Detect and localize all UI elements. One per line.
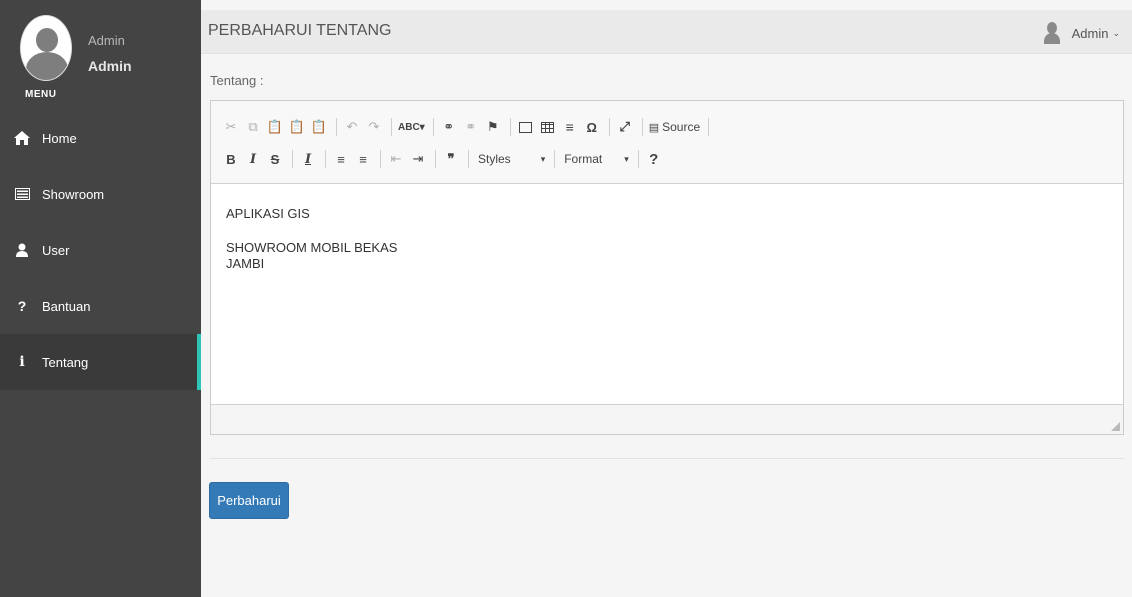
- toolbar-separator: [380, 150, 381, 168]
- copy-icon[interactable]: ⧉: [243, 116, 263, 138]
- menu-label: MENU: [25, 89, 57, 100]
- toolbar-separator: [336, 118, 337, 136]
- bullet-list-icon[interactable]: ≡: [353, 148, 373, 170]
- user-menu-label: Admin: [1071, 25, 1109, 41]
- paste-word-icon[interactable]: 📋: [309, 116, 329, 138]
- sidebar: Admin Admin MENU Home Showroom User ? Ba…: [0, 0, 201, 597]
- blockquote-icon[interactable]: ❞: [441, 148, 461, 170]
- toolbar-row-2: B I S I ≡ ≡ ⇤ ⇥ ❞ Styles ▾ Format ▾ ?: [221, 143, 1113, 175]
- source-icon: ▤: [648, 121, 660, 134]
- user-profile: Admin Admin MENU: [0, 0, 201, 110]
- editor-toolbar: ✂ ⧉ 📋 📋 📋 ↶ ↷ ABC▾ ⚭ ⚭ ⚑ ≡ Ω ⤢ ▤ Source: [211, 101, 1123, 184]
- image-icon[interactable]: [516, 116, 536, 138]
- info-icon: i: [19, 354, 25, 370]
- sidebar-item-showroom[interactable]: Showroom: [0, 166, 201, 222]
- spellcheck-icon[interactable]: ABC▾: [397, 116, 426, 138]
- toolbar-separator: [325, 150, 326, 168]
- chevron-down-icon: ▾: [624, 153, 629, 164]
- sidebar-item-bantuan[interactable]: ? Bantuan: [0, 278, 201, 334]
- format-dropdown[interactable]: Format ▾: [560, 148, 633, 170]
- form-divider: [210, 458, 1124, 459]
- numbered-list-icon[interactable]: ≡: [331, 148, 351, 170]
- toolbar-separator: [509, 118, 511, 136]
- content-line: JAMBI: [226, 256, 265, 271]
- horizontal-line-icon[interactable]: ≡: [560, 116, 580, 138]
- help-icon[interactable]: ?: [644, 148, 664, 170]
- source-button[interactable]: ▤ Source: [648, 116, 701, 138]
- perbaharui-button[interactable]: Perbaharui: [209, 482, 289, 519]
- sidebar-item-user[interactable]: User: [0, 222, 201, 278]
- sidebar-item-tentang[interactable]: i Tentang: [0, 334, 201, 390]
- sidebar-item-home[interactable]: Home: [0, 110, 201, 166]
- sidebar-nav: Home Showroom User ? Bantuan i Tentang: [0, 110, 201, 390]
- format-dropdown-label: Format: [564, 152, 603, 166]
- user-icon: [12, 243, 32, 257]
- profile-name-bold: Admin: [88, 58, 132, 74]
- strike-icon[interactable]: S: [265, 148, 285, 170]
- maximize-icon[interactable]: ⤢: [615, 116, 635, 138]
- anchor-flag-icon[interactable]: ⚑: [483, 116, 503, 138]
- redo-icon[interactable]: ↷: [364, 116, 384, 138]
- sidebar-item-label: Showroom: [42, 186, 105, 202]
- content-line: SHOWROOM MOBIL BEKAS: [226, 240, 398, 255]
- paste-text-icon[interactable]: 📋: [287, 116, 307, 138]
- cut-icon[interactable]: ✂: [221, 116, 241, 138]
- indent-icon[interactable]: ⇥: [408, 148, 428, 170]
- page-title: PERBAHARUI TENTANG: [208, 22, 392, 39]
- sidebar-item-label: Tentang: [42, 354, 89, 370]
- chevron-down-icon: ▾: [540, 153, 546, 164]
- toolbar-separator: [435, 150, 436, 168]
- content-line: APLIKASI GIS: [226, 206, 310, 221]
- bold-icon[interactable]: B: [221, 148, 241, 170]
- tentang-label: Tentang :: [210, 73, 264, 88]
- chevron-down-icon: ⌄: [1112, 27, 1120, 38]
- toolbar-separator: [708, 118, 710, 136]
- paste-icon[interactable]: 📋: [265, 116, 285, 138]
- toolbar-separator: [554, 150, 556, 168]
- toolbar-row-1: ✂ ⧉ 📋 📋 📋 ↶ ↷ ABC▾ ⚭ ⚭ ⚑ ≡ Ω ⤢ ▤ Source: [221, 111, 1113, 143]
- toolbar-separator: [432, 118, 434, 136]
- link-icon[interactable]: ⚭: [439, 116, 459, 138]
- rich-text-editor: ✂ ⧉ 📋 📋 📋 ↶ ↷ ABC▾ ⚭ ⚭ ⚑ ≡ Ω ⤢ ▤ Source: [210, 100, 1124, 435]
- user-menu[interactable]: Admin ⌄: [1043, 22, 1120, 44]
- toolbar-separator: [468, 150, 469, 168]
- sidebar-item-label: Bantuan: [42, 298, 91, 314]
- home-icon: [12, 131, 32, 145]
- editor-status-bar: [211, 404, 1123, 434]
- table-icon[interactable]: [538, 116, 558, 138]
- list-icon: [12, 188, 32, 200]
- toolbar-separator: [391, 118, 392, 136]
- source-label: Source: [662, 120, 701, 134]
- italic-icon[interactable]: I: [243, 148, 263, 170]
- toolbar-separator: [292, 150, 293, 168]
- toolbar-separator: [608, 118, 610, 136]
- avatar: [20, 15, 72, 81]
- special-char-icon[interactable]: Ω: [582, 116, 602, 138]
- question-icon: ?: [17, 298, 27, 314]
- resize-handle-icon[interactable]: [1111, 422, 1120, 431]
- toolbar-separator: [641, 118, 643, 136]
- profile-name-small: Admin: [88, 33, 125, 48]
- toolbar-separator: [637, 150, 639, 168]
- remove-format-icon[interactable]: I: [298, 148, 318, 170]
- styles-dropdown-label: Styles: [478, 152, 511, 166]
- sidebar-item-label: User: [42, 242, 70, 258]
- styles-dropdown[interactable]: Styles ▾: [474, 148, 549, 170]
- unlink-icon[interactable]: ⚭: [461, 116, 481, 138]
- outdent-icon[interactable]: ⇤: [386, 148, 406, 170]
- editor-content-area[interactable]: APLIKASI GIS SHOWROOM MOBIL BEKAS JAMBI: [211, 184, 1123, 404]
- sidebar-item-label: Home: [42, 130, 77, 146]
- top-bar: PERBAHARUI TENTANG Admin ⌄: [201, 10, 1132, 54]
- user-avatar-icon: [1043, 22, 1060, 44]
- undo-icon[interactable]: ↶: [342, 116, 362, 138]
